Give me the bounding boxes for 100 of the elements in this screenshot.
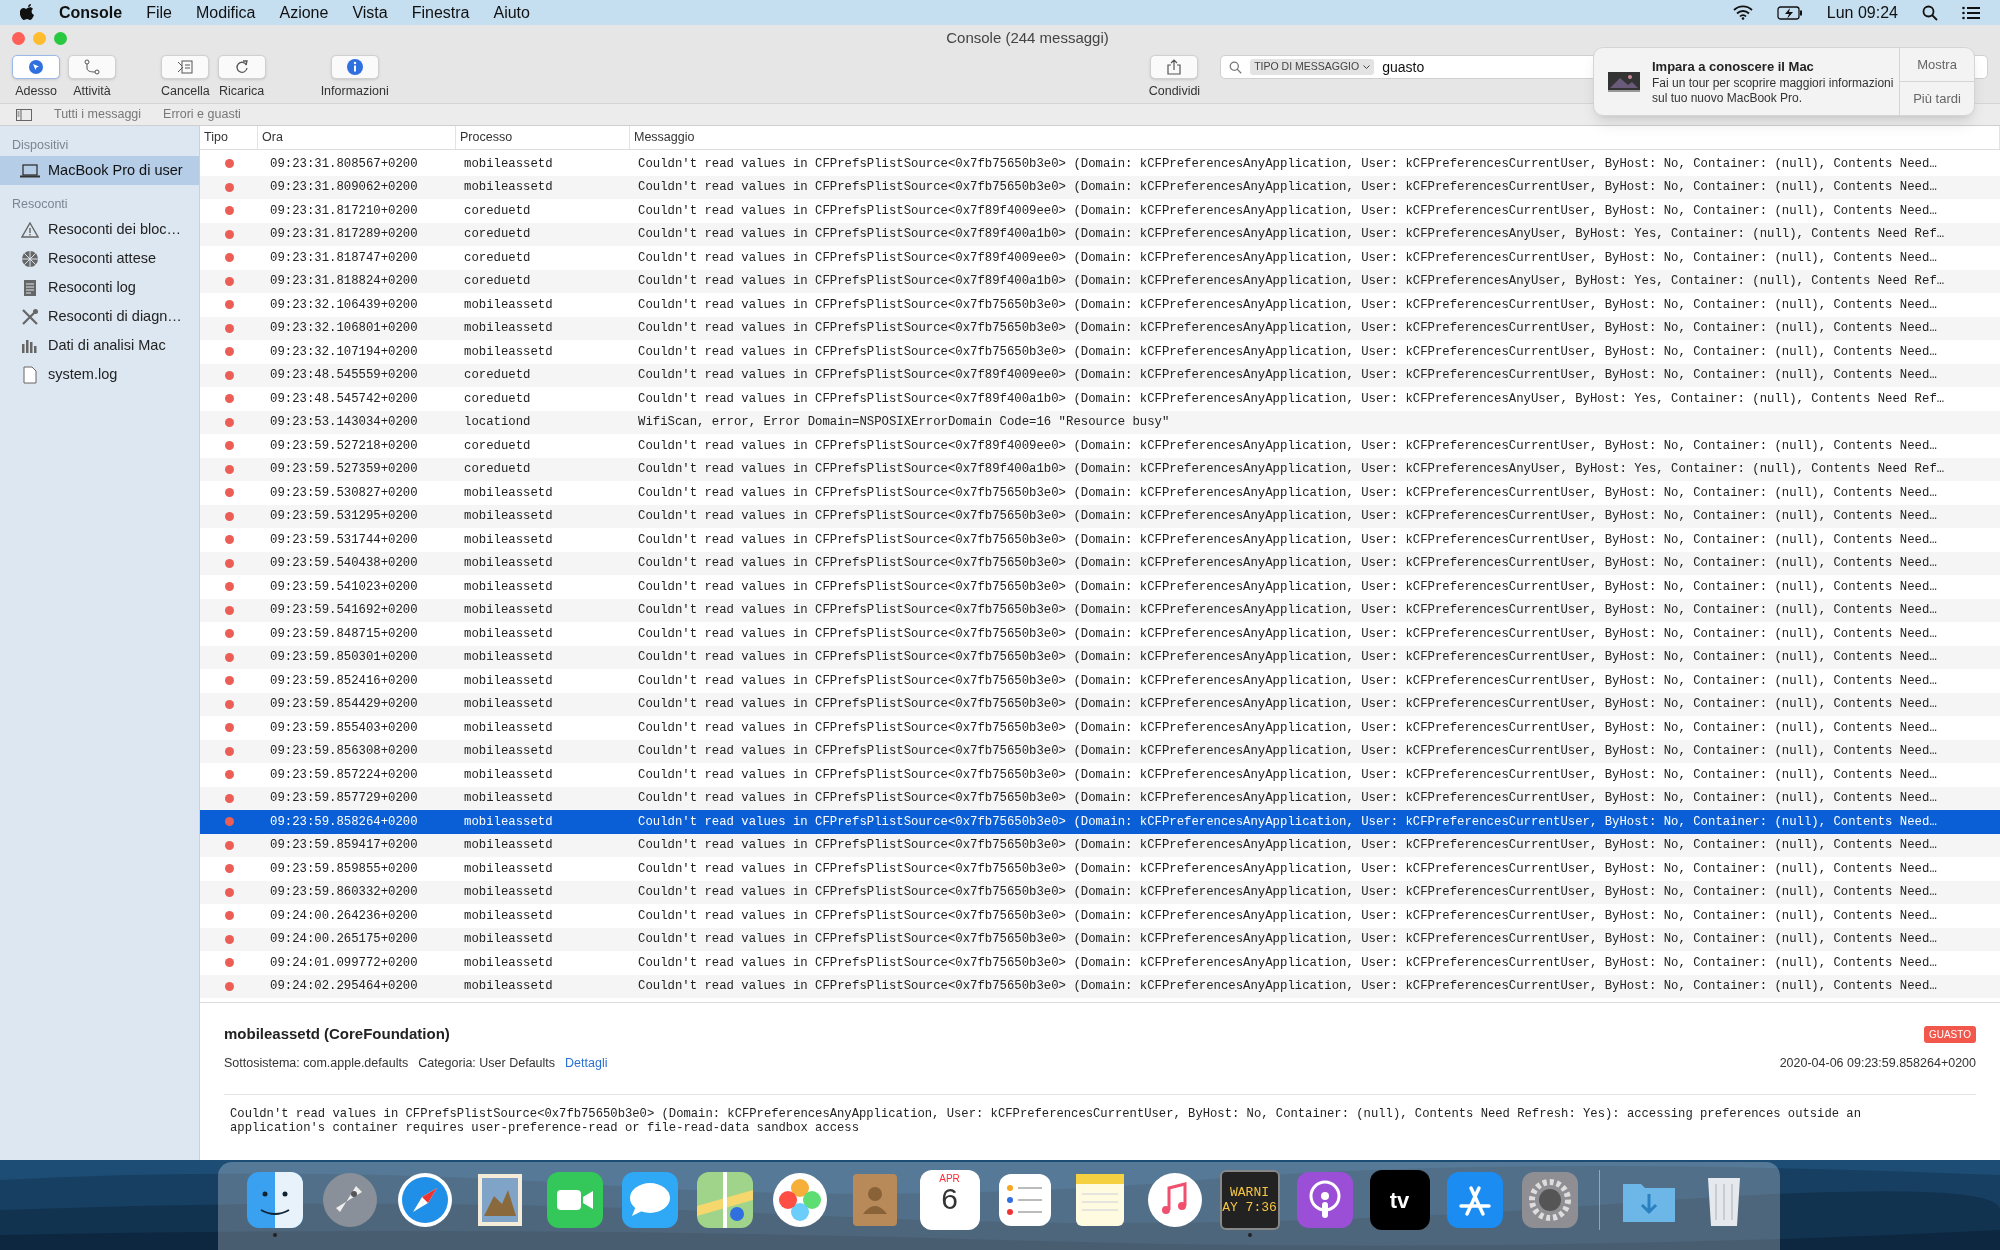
time-cell-text: 09:23:31.808567+0200 (269, 155, 419, 173)
process-cell-text: mobileassetd (463, 179, 554, 197)
time-cell-text: 09:23:31.817210+0200 (269, 202, 419, 220)
process-cell-text: mobileassetd (463, 954, 554, 972)
message-cell-text: Couldn't read values in CFPrefsPlistSource<0x7fb75650b3e0> (Domain: kCFPreferencesAnyApplication, User: kCFPreferencesCurrentUser, ByHost: No, Container: (null), Contents Need… (637, 484, 1937, 502)
time-cell-text: 09:23:59.541023+0200 (269, 578, 419, 596)
toolbar-label: Adesso (15, 83, 57, 100)
process-cell-text: mobileassetd (463, 837, 554, 855)
message-cell-text: Couldn't read values in CFPrefsPlistSource<0x7fb75650b3e0> (Domain: kCFPreferencesAnyApplication, User: kCFPreferencesCurrentUser, ByHost: No, Container: (null), Contents Need… (637, 296, 1937, 314)
process-cell-text: mobileassetd (463, 790, 554, 808)
process-cell-text: mobileassetd (463, 320, 554, 338)
process-cell-text: mobileassetd (463, 555, 554, 573)
time-cell-text: 09:23:59.858264+0200 (269, 813, 419, 831)
message-cell-text: Couldn't read values in CFPrefsPlistSource<0x7fb75650b3e0> (Domain: kCFPreferencesAnyApplication, User: kCFPreferencesCurrentUser, ByHost: No, Container: (null), Contents Need… (637, 696, 1937, 714)
message-cell-text: Couldn't read values in CFPrefsPlistSource<0x7f89f400a1b0> (Domain: kCFPreferencesAnyApplication, User: kCFPreferencesAnyUser, ByHost: Yes, Container: (null), Contents Need Ref… (637, 273, 1945, 291)
time-cell-text: 09:23:59.531295+0200 (269, 508, 419, 526)
message-cell-text: Couldn't read values in CFPrefsPlistSource<0x7fb75650b3e0> (Domain: kCFPreferencesAnyApplication, User: kCFPreferencesCurrentUser, ByHost: No, Container: (null), Contents Need… (637, 931, 1937, 949)
message-cell-text: Couldn't read values in CFPrefsPlistSource<0x7fb75650b3e0> (Domain: kCFPreferencesAnyApplication, User: kCFPreferencesCurrentUser, ByHost: No, Container: (null), Contents Need… (637, 719, 1937, 737)
message-cell-text: Couldn't read values in CFPrefsPlistSource<0x7fb75650b3e0> (Domain: kCFPreferencesAnyApplication, User: kCFPreferencesCurrentUser, ByHost: No, Container: (null), Contents Need… (637, 743, 1937, 761)
message-cell-text: Couldn't read values in CFPrefsPlistSource<0x7fb75650b3e0> (Domain: kCFPreferencesAnyApplication, User: kCFPreferencesCurrentUser, ByHost: No, Container: (null), Contents Need… (637, 179, 1937, 197)
process-cell-text: coreduetd (463, 273, 532, 291)
process-cell-text: mobileassetd (463, 484, 554, 502)
process-cell-text: mobileassetd (463, 743, 554, 761)
time-cell-text: 09:23:59.859417+0200 (269, 837, 419, 855)
message-cell-text: Couldn't read values in CFPrefsPlistSource<0x7f89f400a1b0> (Domain: kCFPreferencesAnyApplication, User: kCFPreferencesAnyUser, ByHost: Yes, Container: (null), Contents Need Ref… (637, 461, 1945, 479)
message-cell-text: Couldn't read values in CFPrefsPlistSource<0x7fb75650b3e0> (Domain: kCFPreferencesAnyApplication, User: kCFPreferencesCurrentUser, ByHost: No, Container: (null), Contents Need… (637, 766, 1937, 784)
process-cell-text: mobileassetd (463, 907, 554, 925)
time-cell-text: 09:23:59.850301+0200 (269, 649, 419, 667)
toolbar-label: Condividi (1148, 83, 1201, 100)
message-cell-text: Couldn't read values in CFPrefsPlistSource<0x7fb75650b3e0> (Domain: kCFPreferencesAnyApplication, User: kCFPreferencesCurrentUser, ByHost: No, Container: (null), Contents Need… (637, 625, 1937, 643)
process-cell-text: mobileassetd (463, 508, 554, 526)
process-cell-text: mobileassetd (463, 602, 554, 620)
details-title: mobileassetd (CoreFoundation) (224, 1024, 450, 1044)
message-cell-text: Couldn't read values in CFPrefsPlistSource<0x7fb75650b3e0> (Domain: kCFPreferencesAnyApplication, User: kCFPreferencesCurrentUser, ByHost: No, Container: (null), Contents Need… (637, 508, 1937, 526)
window-title: Console (244 messaggi) (946, 27, 1109, 48)
process-cell-text: mobileassetd (463, 931, 554, 949)
message-cell-text: Couldn't read values in CFPrefsPlistSource<0x7fb75650b3e0> (Domain: kCFPreferencesAnyApplication, User: kCFPreferencesCurrentUser, ByHost: No, Container: (null), Contents Need… (637, 790, 1937, 808)
time-cell-text: 09:24:00.264236+0200 (269, 907, 419, 925)
message-cell-text: Couldn't read values in CFPrefsPlistSource<0x7fb75650b3e0> (Domain: kCFPreferencesAnyApplication, User: kCFPreferencesCurrentUser, ByHost: No, Container: (null), Contents Need… (637, 320, 1937, 338)
time-cell-text: 09:23:59.848715+0200 (269, 625, 419, 643)
process-cell-text: coreduetd (463, 202, 532, 220)
message-cell-text: Couldn't read values in CFPrefsPlistSource<0x7fb75650b3e0> (Domain: kCFPreferencesAnyApplication, User: kCFPreferencesCurrentUser, ByHost: No, Container: (null), Contents Need… (637, 578, 1937, 596)
message-cell-text: Couldn't read values in CFPrefsPlistSource<0x7f89f400a1b0> (Domain: kCFPreferencesAnyApplication, User: kCFPreferencesAnyUser, ByHost: Yes, Container: (null), Contents Need Ref… (637, 390, 1945, 408)
process-cell-text: mobileassetd (463, 531, 554, 549)
time-cell-text: 09:23:53.143034+0200 (269, 414, 419, 432)
time-cell-text: 09:23:31.817289+0200 (269, 226, 419, 244)
message-cell-text: Couldn't read values in CFPrefsPlistSource<0x7f89f4009ee0> (Domain: kCFPreferencesAnyApplication, User: kCFPreferencesCurrentUser, ByHost: No, Container: (null), Contents Need… (637, 249, 1937, 267)
message-cell-text: Couldn't read values in CFPrefsPlistSource<0x7fb75650b3e0> (Domain: kCFPreferencesAnyApplication, User: kCFPreferencesCurrentUser, ByHost: No, Container: (null), Contents Need… (637, 531, 1937, 549)
time-cell-text: 09:23:59.540438+0200 (269, 555, 419, 573)
process-cell-text: mobileassetd (463, 860, 554, 878)
message-cell-text: Couldn't read values in CFPrefsPlistSource<0x7f89f4009ee0> (Domain: kCFPreferencesAnyApplication, User: kCFPreferencesCurrentUser, ByHost: No, Container: (null), Contents Need… (637, 437, 1937, 455)
process-cell-text: coreduetd (463, 249, 532, 267)
details-timestamp: 2020-04-06 09:23:59.858264+0200 (1779, 1054, 1976, 1072)
toolbar-label: Cancella (161, 83, 210, 100)
process-cell-text: mobileassetd (463, 978, 554, 996)
toolbar-label: Informazioni (320, 83, 389, 100)
message-cell-text: Couldn't read values in CFPrefsPlistSource<0x7fb75650b3e0> (Domain: kCFPreferencesAnyApplication, User: kCFPreferencesCurrentUser, ByHost: No, Container: (null), Contents Need… (637, 954, 1937, 972)
process-cell-text: mobileassetd (463, 625, 554, 643)
search-value: guasto (1382, 57, 1425, 77)
category-text: Categoria: User Defaults (418, 1054, 556, 1072)
process-cell-text: coreduetd (463, 226, 532, 244)
message-cell-text: Couldn't read values in CFPrefsPlistSource<0x7fb75650b3e0> (Domain: kCFPreferencesAnyApplication, User: kCFPreferencesCurrentUser, ByHost: No, Container: (null), Contents Need… (637, 555, 1937, 573)
message-cell-text: Couldn't read values in CFPrefsPlistSource<0x7fb75650b3e0> (Domain: kCFPreferencesAnyApplication, User: kCFPreferencesCurrentUser, ByHost: No, Container: (null), Contents Need… (637, 602, 1937, 620)
message-cell-text: Couldn't read values in CFPrefsPlistSource<0x7f89f4009ee0> (Domain: kCFPreferencesAnyApplication, User: kCFPreferencesCurrentUser, ByHost: No, Container: (null), Contents Need… (637, 367, 1937, 385)
notification-body: Fai un tour per scoprire maggiori informazioni sul tuo nuovo MacBook Pro. (1652, 76, 1895, 107)
time-cell-text: 09:23:31.818747+0200 (269, 249, 419, 267)
message-cell-text: Couldn't read values in CFPrefsPlistSource<0x7fb75650b3e0> (Domain: kCFPreferencesAnyApplication, User: kCFPreferencesCurrentUser, ByHost: No, Container: (null), Contents Need… (637, 907, 1937, 925)
time-cell-text: 09:23:48.545742+0200 (269, 390, 419, 408)
time-cell-text: 09:23:59.854429+0200 (269, 696, 419, 714)
process-cell-text: locationd (463, 414, 532, 432)
time-cell-text: 09:23:32.107194+0200 (269, 343, 419, 361)
message-cell-text: Couldn't read values in CFPrefsPlistSource<0x7f89f400a1b0> (Domain: kCFPreferencesAnyApplication, User: kCFPreferencesAnyUser, ByHost: Yes, Container: (null), Contents Need Ref… (637, 226, 1945, 244)
time-cell-text: 09:23:59.541692+0200 (269, 602, 419, 620)
time-cell-text: 09:23:32.106801+0200 (269, 320, 419, 338)
message-cell-text: Couldn't read values in CFPrefsPlistSource<0x7f89f4009ee0> (Domain: kCFPreferencesAnyApplication, User: kCFPreferencesCurrentUser, ByHost: No, Container: (null), Contents Need… (637, 202, 1937, 220)
time-cell-text: 09:23:59.527359+0200 (269, 461, 419, 479)
process-cell-text: mobileassetd (463, 884, 554, 902)
time-cell-text: 09:23:31.809062+0200 (269, 179, 419, 197)
time-cell-text: 09:23:31.818824+0200 (269, 273, 419, 291)
process-cell-text: mobileassetd (463, 649, 554, 667)
message-cell-text: Couldn't read values in CFPrefsPlistSource<0x7fb75650b3e0> (Domain: kCFPreferencesAnyApplication, User: kCFPreferencesCurrentUser, ByHost: No, Container: (null), Contents Need… (637, 649, 1937, 667)
process-cell-text: mobileassetd (463, 719, 554, 737)
time-cell-text: 09:23:59.857729+0200 (269, 790, 419, 808)
toolbar-label: Attività (73, 83, 111, 100)
message-cell-text: Couldn't read values in CFPrefsPlistSource<0x7fb75650b3e0> (Domain: kCFPreferencesAnyApplication, User: kCFPreferencesCurrentUser, ByHost: No, Container: (null), Contents Need… (637, 978, 1937, 996)
sidebar-heading: Dispositivi (11, 136, 70, 154)
message-cell-text: Couldn't read values in CFPrefsPlistSource<0x7fb75650b3e0> (Domain: kCFPreferencesAnyApplication, User: kCFPreferencesCurrentUser, ByHost: No, Container: (null), Contents Need… (637, 813, 1937, 831)
time-cell-text: 09:24:01.099772+0200 (269, 954, 419, 972)
message-cell-text: Couldn't read values in CFPrefsPlistSource<0x7fb75650b3e0> (Domain: kCFPreferencesAnyApplication, User: kCFPreferencesCurrentUser, ByHost: No, Container: (null), Contents Need… (637, 860, 1937, 878)
message-cell-text: Couldn't read values in CFPrefsPlistSource<0x7fb75650b3e0> (Domain: kCFPreferencesAnyApplication, User: kCFPreferencesCurrentUser, ByHost: No, Container: (null), Contents Need… (637, 343, 1937, 361)
time-cell-text: 09:23:59.527218+0200 (269, 437, 419, 455)
time-cell-text: 09:23:59.855403+0200 (269, 719, 419, 737)
sidebar-heading: Resoconti (11, 195, 69, 213)
process-cell-text: mobileassetd (463, 296, 554, 314)
process-cell-text: mobileassetd (463, 696, 554, 714)
time-cell-text: 09:23:59.530827+0200 (269, 484, 419, 502)
process-cell-text: mobileassetd (463, 343, 554, 361)
time-cell-text: 09:24:02.295464+0200 (269, 978, 419, 996)
process-cell-text: mobileassetd (463, 155, 554, 173)
time-cell-text: 09:23:32.106439+0200 (269, 296, 419, 314)
